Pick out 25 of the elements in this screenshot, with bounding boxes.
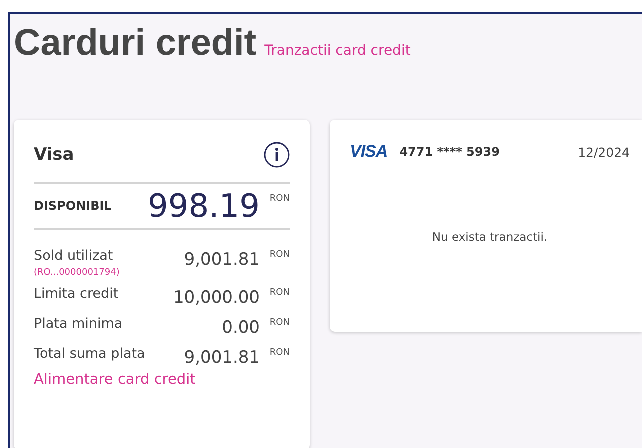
available-amount: 998.19: [148, 187, 260, 225]
available-label: DISPONIBIL: [34, 199, 113, 213]
currency-label: RON: [268, 250, 290, 260]
row-amount: 0.00: [222, 318, 260, 338]
row-label: Plata minima: [34, 316, 124, 332]
card-logo: VISA: [350, 142, 388, 162]
top-up-link[interactable]: Alimentare card credit: [34, 372, 196, 388]
currency-label: RON: [268, 288, 290, 298]
transactions-link[interactable]: Tranzactii card credit: [264, 43, 411, 59]
row-amount: 10,000.00: [173, 288, 260, 308]
account-number: (RO...0000001794): [34, 268, 121, 278]
page-title: Carduri credit: [14, 22, 257, 64]
row-label: Total suma plata: [34, 346, 146, 362]
row-label: Sold utilizat: [34, 248, 114, 264]
row-amount: 9,001.81: [184, 250, 260, 270]
card-name: Visa: [34, 145, 74, 165]
currency-label: RON: [268, 194, 290, 204]
empty-message: Nu exista tranzactii.: [431, 230, 549, 244]
row-amount: 9,001.81: [184, 348, 260, 368]
row-label: Limita credit: [34, 286, 120, 302]
card-number: 4771 **** 5939: [400, 145, 501, 159]
currency-label: RON: [268, 348, 290, 358]
currency-label: RON: [268, 318, 290, 328]
card-expiry: 12/2024: [578, 144, 630, 160]
info-icon[interactable]: [264, 142, 290, 168]
